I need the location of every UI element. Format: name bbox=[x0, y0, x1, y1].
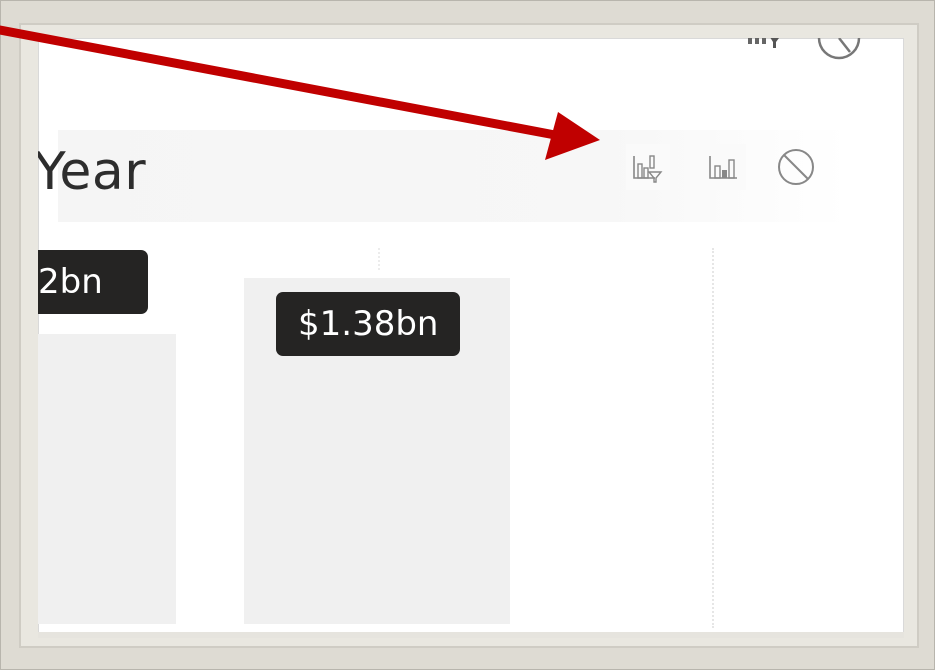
data-label-tooltip: $1.38bn bbox=[276, 292, 461, 356]
canvas-bottom-edge bbox=[38, 632, 904, 638]
chart-title: Year bbox=[38, 142, 147, 202]
bar-column[interactable] bbox=[38, 334, 176, 624]
report-canvas: Year 2bn $1.38bn bbox=[38, 38, 904, 638]
clock-icon[interactable] bbox=[814, 38, 864, 72]
visual-header-strip bbox=[38, 38, 904, 78]
visual-header-icons bbox=[626, 144, 836, 192]
drill-filter-icon[interactable] bbox=[626, 144, 670, 190]
none-icon[interactable] bbox=[774, 144, 818, 190]
visual-filter-icon[interactable] bbox=[744, 38, 788, 68]
data-label-tooltip: 2bn bbox=[38, 250, 148, 314]
gridline bbox=[712, 248, 714, 628]
bar-chart-icon[interactable] bbox=[702, 144, 746, 190]
gridline bbox=[378, 248, 380, 270]
